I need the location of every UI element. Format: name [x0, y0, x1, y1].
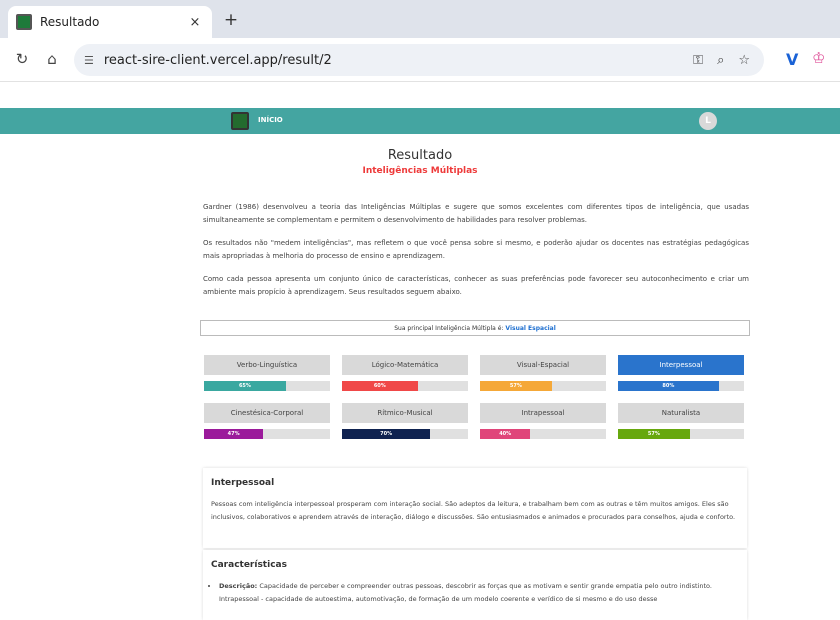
progress-track: 57%	[480, 381, 606, 391]
password-key-icon[interactable]: ⚿	[693, 53, 703, 68]
intelligence-button[interactable]: Cinestésica-Corporal	[204, 403, 330, 423]
detail-text: Pessoas com inteligência interpessoal pr…	[211, 500, 736, 521]
tab-title: Resultado	[40, 15, 100, 29]
progress-fill: 65%	[204, 381, 286, 391]
nav-inicio-link[interactable]: INÍCIO	[258, 116, 283, 124]
intro-paragraph-1: Gardner (1986) desenvolveu a teoria das …	[203, 203, 749, 224]
intelligence-button[interactable]: Verbo-Linguística	[204, 355, 330, 375]
characteristics-list: Descrição: Capacidade de perceber e comp…	[211, 580, 739, 606]
progress-track: 40%	[480, 429, 606, 439]
progress-track: 47%	[204, 429, 330, 439]
progress-fill: 57%	[480, 381, 552, 391]
address-bar[interactable]: ☰ react-sire-client.vercel.app/result/2 …	[74, 44, 764, 76]
intelligence-card: Visual-Espacial 57%	[480, 355, 606, 391]
intelligence-button[interactable]: Lógico-Matemática	[342, 355, 468, 375]
intelligence-card: Lógico-Matemática 60%	[342, 355, 468, 391]
progress-fill: 40%	[480, 429, 531, 439]
intelligence-button-active[interactable]: Interpessoal	[618, 355, 744, 375]
intelligence-button[interactable]: Visual-Espacial	[480, 355, 606, 375]
page-subtitle: Inteligências Múltiplas	[362, 166, 478, 176]
progress-fill: 57%	[618, 429, 690, 439]
browser-tab-strip: Resultado × +	[0, 0, 840, 38]
intelligence-card: Interpessoal 80%	[618, 355, 744, 391]
characteristics-card: Características Descrição: Capacidade de…	[203, 550, 747, 620]
new-tab-button[interactable]: +	[220, 10, 242, 30]
characteristics-item-text: Capacidade de perceber e compreender out…	[219, 582, 712, 603]
intelligence-card: Naturalista 57%	[618, 403, 744, 439]
intelligence-card: Verbo-Linguística 65%	[204, 355, 330, 391]
intelligence-card: Intrapessoal 40%	[480, 403, 606, 439]
principal-label: Sua principal Inteligência Múltipla é:	[394, 324, 504, 332]
progress-track: 80%	[618, 381, 744, 391]
intro-paragraph-3: Como cada pessoa apresenta um conjunto ú…	[203, 275, 749, 296]
progress-fill: 60%	[342, 381, 418, 391]
intelligence-button[interactable]: Intrapessoal	[480, 403, 606, 423]
close-tab-icon[interactable]: ×	[186, 15, 204, 30]
extension-v-icon[interactable]: V	[786, 50, 798, 69]
progress-track: 65%	[204, 381, 330, 391]
site-logo-icon[interactable]	[231, 112, 249, 130]
user-avatar[interactable]: L	[699, 112, 717, 130]
progress-track: 57%	[618, 429, 744, 439]
intelligence-detail-card: Interpessoal Pessoas com inteligência in…	[203, 468, 747, 548]
site-header: INÍCIO L	[0, 108, 840, 134]
characteristics-item-label: Descrição:	[219, 582, 258, 590]
principal-intelligence-box: Sua principal Inteligência Múltipla é: V…	[200, 320, 750, 336]
progress-track: 70%	[342, 429, 468, 439]
reload-icon[interactable]: ↻	[12, 50, 32, 68]
intelligence-button[interactable]: Rítmico-Musical	[342, 403, 468, 423]
page-title: Resultado	[387, 148, 453, 163]
url-text[interactable]: react-sire-client.vercel.app/result/2	[104, 53, 693, 68]
progress-fill: 80%	[618, 381, 719, 391]
progress-fill: 70%	[342, 429, 431, 439]
bookmark-star-icon[interactable]: ☆	[738, 53, 750, 68]
intelligence-card: Cinestésica-Corporal 47%	[204, 403, 330, 439]
site-favicon-icon	[16, 14, 32, 30]
address-toolbar: ↻ ⌂ ☰ react-sire-client.vercel.app/resul…	[0, 38, 840, 82]
detail-title: Interpessoal	[211, 478, 275, 488]
progress-track: 60%	[342, 381, 468, 391]
intelligence-button[interactable]: Naturalista	[618, 403, 744, 423]
zoom-icon[interactable]: ⌕	[717, 53, 724, 68]
principal-value: Visual Espacial	[505, 324, 556, 332]
characteristics-item: Descrição: Capacidade de perceber e comp…	[219, 580, 739, 606]
intro-paragraph-2: Os resultados não "medem inteligências",…	[203, 239, 749, 260]
extension-crown-icon[interactable]: ♔	[812, 49, 825, 67]
intelligence-card: Rítmico-Musical 70%	[342, 403, 468, 439]
progress-fill: 47%	[204, 429, 264, 439]
characteristics-title: Características	[211, 560, 287, 570]
site-settings-icon[interactable]: ☰	[84, 54, 94, 67]
home-icon[interactable]: ⌂	[42, 50, 62, 68]
browser-tab[interactable]: Resultado ×	[8, 6, 212, 38]
